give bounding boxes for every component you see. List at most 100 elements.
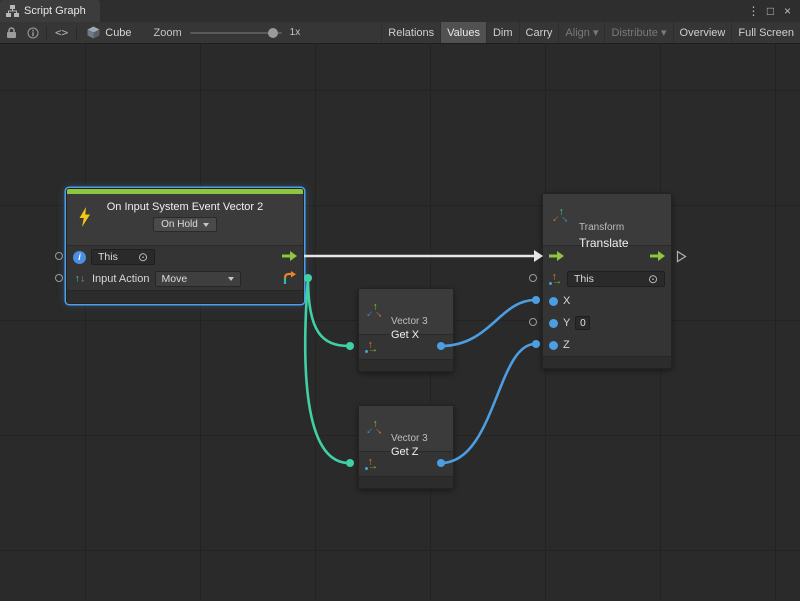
toolbar-separator (46, 26, 47, 40)
z-row: Z (543, 334, 671, 356)
get-x-header: Vector 3 Get X (359, 289, 453, 335)
distribute-dropdown-button: Distribute ▾ (604, 22, 672, 43)
input-action-value: Move (162, 273, 188, 285)
this-label: This (574, 273, 594, 285)
graph-canvas[interactable]: On Input System Event Vector 2 On Hold T… (0, 44, 800, 601)
axis-icon (365, 341, 378, 354)
event-mode-dropdown[interactable]: On Hold (153, 217, 217, 232)
node-footer (543, 356, 671, 368)
toolbar-buttons: Relations Values Dim Carry Align ▾ Distr… (381, 22, 800, 43)
fullscreen-button[interactable]: Full Screen (731, 22, 800, 43)
flow-continue-triangle[interactable] (676, 250, 687, 263)
object-picker-icon[interactable]: ⊙ (138, 251, 148, 263)
values-button[interactable]: Values (440, 22, 486, 43)
node-title: Get Z (391, 446, 453, 458)
cube-icon (87, 26, 100, 39)
overview-button[interactable]: Overview (673, 22, 732, 43)
window-menu-icon[interactable]: ⋮ (745, 0, 762, 22)
code-icon[interactable]: <> (49, 26, 74, 39)
dim-button[interactable]: Dim (486, 22, 519, 43)
axis-icon (365, 458, 378, 471)
maximize-icon[interactable]: □ (762, 0, 779, 22)
object-chip[interactable]: Cube (79, 26, 139, 39)
control-output-port[interactable] (282, 251, 297, 264)
event-node-header: On Input System Event Vector 2 On Hold (67, 194, 303, 246)
vector2-wire-to-get-z (305, 278, 349, 463)
vector3-icon (366, 302, 382, 318)
this-label: This (98, 251, 118, 263)
input-action-icon (73, 273, 87, 286)
node-on-input-system-event[interactable]: On Input System Event Vector 2 On Hold T… (66, 188, 304, 304)
get-z-header: Vector 3 Get Z (359, 406, 453, 452)
transform-rows: This ⊙ X Y 0 Z (543, 246, 671, 356)
window-controls: ⋮ □ × (745, 0, 800, 22)
zoom-slider-thumb[interactable] (268, 28, 278, 38)
lightning-bolt-icon (77, 207, 92, 230)
node-category: Vector 3 (391, 433, 453, 444)
transform-icon (552, 207, 568, 223)
info-icon (73, 251, 86, 264)
node-get-x[interactable]: Vector 3 Get X (358, 288, 454, 372)
node-footer (359, 476, 453, 488)
event-control-input-port[interactable] (55, 252, 63, 260)
this-object-field[interactable]: This ⊙ (91, 249, 155, 265)
this-row: This ⊙ (67, 246, 303, 268)
vector3-icon (366, 419, 382, 435)
y-value-field[interactable]: 0 (575, 316, 590, 330)
float-wire-x (441, 300, 535, 346)
zoom-label: Zoom (154, 27, 182, 39)
object-picker-icon[interactable]: ⊙ (648, 273, 658, 285)
chevron-down-icon (203, 223, 209, 227)
relations-button[interactable]: Relations (381, 22, 440, 43)
node-get-z[interactable]: Vector 3 Get Z (358, 405, 454, 489)
zoom-slider[interactable] (190, 32, 282, 34)
y-row: Y 0 (543, 312, 671, 334)
node-title: Translate (579, 236, 671, 250)
control-output-port[interactable] (650, 251, 665, 264)
transform-this-input-port[interactable] (529, 274, 537, 282)
node-title: On Input System Event Vector 2 (67, 194, 303, 213)
zoom-value: 1x (290, 27, 301, 38)
event-value-input-port[interactable] (55, 274, 63, 282)
node-title: Get X (391, 329, 453, 341)
vector2-wire-to-get-x (308, 278, 349, 346)
node-category: Vector 3 (391, 316, 453, 327)
node-category: Transform (579, 222, 671, 233)
inspect-info-icon[interactable] (22, 22, 44, 44)
input-action-row: Input Action Move (67, 268, 303, 290)
event-mode-value: On Hold (161, 219, 198, 230)
input-action-label: Input Action (92, 273, 150, 285)
tab-label: Script Graph (24, 5, 86, 17)
x-row: X (543, 290, 671, 312)
graph-icon (6, 5, 19, 17)
titlebar: Script Graph ⋮ □ × (0, 0, 800, 22)
lock-icon[interactable] (0, 22, 22, 44)
y-label: Y (563, 317, 570, 329)
node-footer (359, 359, 453, 371)
this-row: This ⊙ (543, 268, 671, 290)
y-port[interactable] (549, 319, 558, 328)
toolbar-separator (76, 26, 77, 40)
chevron-down-icon (228, 277, 234, 281)
z-label: Z (563, 339, 570, 351)
x-port[interactable] (549, 297, 558, 306)
transform-header: Transform Translate (543, 194, 671, 246)
axis-icon (549, 273, 562, 286)
transform-y-input-port[interactable] (529, 318, 537, 326)
float-wire-z (441, 344, 535, 463)
this-object-field[interactable]: This ⊙ (567, 271, 665, 287)
control-input-port[interactable] (549, 251, 564, 264)
tab-script-graph[interactable]: Script Graph (0, 0, 100, 22)
graph-toolbar: <> Cube Zoom 1x Relations Values Dim Car… (0, 22, 800, 44)
vector2-output-port[interactable] (282, 271, 297, 288)
z-port[interactable] (549, 341, 558, 350)
input-action-dropdown[interactable]: Move (155, 271, 241, 287)
node-transform-translate[interactable]: Transform Translate (542, 193, 672, 369)
event-node-rows: This ⊙ Input Action Move (67, 246, 303, 290)
node-footer (67, 290, 303, 303)
object-name: Cube (105, 27, 131, 39)
carry-button[interactable]: Carry (519, 22, 559, 43)
x-label: X (563, 295, 570, 307)
align-dropdown-button: Align ▾ (558, 22, 604, 43)
close-icon[interactable]: × (779, 0, 796, 22)
